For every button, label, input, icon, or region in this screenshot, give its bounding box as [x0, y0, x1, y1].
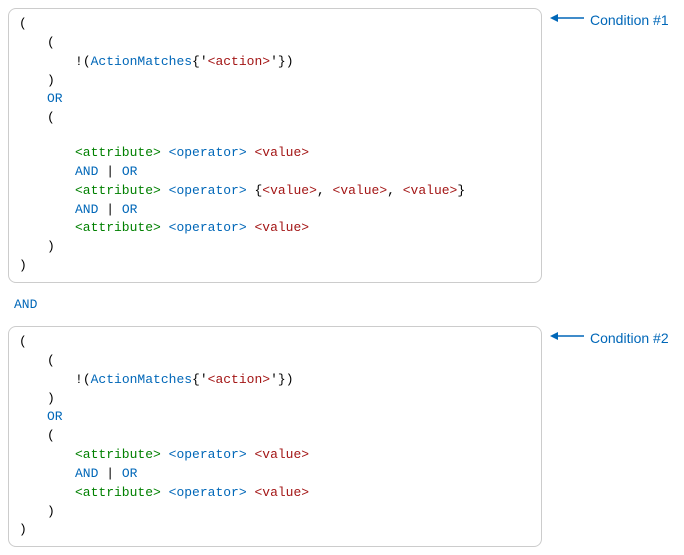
annotation-1: Condition #1 [550, 12, 669, 28]
or-keyword: OR [47, 409, 63, 424]
paren-close: ) [47, 504, 55, 519]
code-line: <attribute> <operator> <value> [19, 484, 531, 503]
value-placeholder: <value> [403, 183, 458, 198]
comma: , [387, 183, 395, 198]
code-blank [19, 128, 531, 144]
comma: , [317, 183, 325, 198]
paren-close: ) [47, 391, 55, 406]
value-placeholder: <value> [254, 220, 309, 235]
templ-close: '} [270, 54, 286, 69]
paren-open: ( [83, 372, 91, 387]
pipe: | [106, 164, 114, 179]
attribute-placeholder: <attribute> [75, 485, 161, 500]
paren-open: ( [47, 353, 55, 368]
brace-close: } [457, 183, 465, 198]
paren-close: ) [47, 73, 55, 88]
condition-block-1: ( ( !(ActionMatches{'<action>'}) ) OR ( … [8, 8, 676, 283]
annotation-2: Condition #2 [550, 330, 669, 346]
between-and: AND [14, 297, 676, 312]
operator-placeholder: <operator> [169, 485, 247, 500]
value-placeholder: <value> [254, 485, 309, 500]
and-keyword: AND [75, 466, 98, 481]
paren-open: ( [19, 16, 27, 31]
paren-close: ) [47, 239, 55, 254]
code-line: ( [19, 352, 531, 371]
paren-close: ) [19, 258, 27, 273]
code-line: ) [19, 72, 531, 91]
code-line: AND | OR [19, 163, 531, 182]
paren-close: ) [286, 54, 294, 69]
paren-open: ( [47, 35, 55, 50]
code-line: <attribute> <operator> <value> [19, 144, 531, 163]
action-placeholder: <action> [208, 54, 270, 69]
code-line: !(ActionMatches{'<action>'}) [19, 53, 531, 72]
attribute-placeholder: <attribute> [75, 145, 161, 160]
value-placeholder: <value> [254, 145, 309, 160]
code-line: <attribute> <operator> {<value>, <value>… [19, 182, 531, 201]
pipe: | [106, 466, 114, 481]
templ-open: {' [192, 372, 208, 387]
code-box-2: ( ( !(ActionMatches{'<action>'}) ) OR ( … [8, 326, 542, 547]
code-box-1: ( ( !(ActionMatches{'<action>'}) ) OR ( … [8, 8, 542, 283]
code-line: ) [19, 390, 531, 409]
code-line: ( [19, 34, 531, 53]
fn-actionmatches: ActionMatches [91, 54, 192, 69]
value-placeholder: <value> [254, 447, 309, 462]
value-placeholder: <value> [262, 183, 317, 198]
code-line: ( [19, 333, 531, 352]
code-line: AND | OR [19, 465, 531, 484]
operator-placeholder: <operator> [169, 145, 247, 160]
and-keyword: AND [75, 202, 98, 217]
arrow-left-icon [550, 330, 584, 346]
annotation-label: Condition #1 [590, 12, 669, 28]
fn-actionmatches: ActionMatches [91, 372, 192, 387]
code-line: ) [19, 238, 531, 257]
annotation-label: Condition #2 [590, 330, 669, 346]
not-operator: ! [75, 372, 83, 387]
code-line: <attribute> <operator> <value> [19, 219, 531, 238]
attribute-placeholder: <attribute> [75, 220, 161, 235]
code-line: ) [19, 521, 531, 540]
templ-close: '} [270, 372, 286, 387]
paren-open: ( [19, 334, 27, 349]
templ-open: {' [192, 54, 208, 69]
not-operator: ! [75, 54, 83, 69]
code-line: ( [19, 427, 531, 446]
or-keyword: OR [122, 202, 138, 217]
or-keyword: OR [122, 466, 138, 481]
value-placeholder: <value> [333, 183, 388, 198]
paren-open: ( [47, 428, 55, 443]
attribute-placeholder: <attribute> [75, 183, 161, 198]
or-keyword: OR [47, 91, 63, 106]
code-line: AND | OR [19, 201, 531, 220]
action-placeholder: <action> [208, 372, 270, 387]
paren-open: ( [83, 54, 91, 69]
pipe: | [106, 202, 114, 217]
code-line: !(ActionMatches{'<action>'}) [19, 371, 531, 390]
code-line: OR [19, 408, 531, 427]
code-line: ) [19, 257, 531, 276]
code-line: OR [19, 90, 531, 109]
arrow-left-icon [550, 12, 584, 28]
paren-open: ( [47, 110, 55, 125]
operator-placeholder: <operator> [169, 447, 247, 462]
condition-block-2: ( ( !(ActionMatches{'<action>'}) ) OR ( … [8, 326, 676, 547]
and-keyword: AND [75, 164, 98, 179]
code-line: ( [19, 109, 531, 128]
code-line: ( [19, 15, 531, 34]
or-keyword: OR [122, 164, 138, 179]
paren-close: ) [286, 372, 294, 387]
code-line: <attribute> <operator> <value> [19, 446, 531, 465]
paren-close: ) [19, 522, 27, 537]
operator-placeholder: <operator> [169, 183, 247, 198]
operator-placeholder: <operator> [169, 220, 247, 235]
attribute-placeholder: <attribute> [75, 447, 161, 462]
